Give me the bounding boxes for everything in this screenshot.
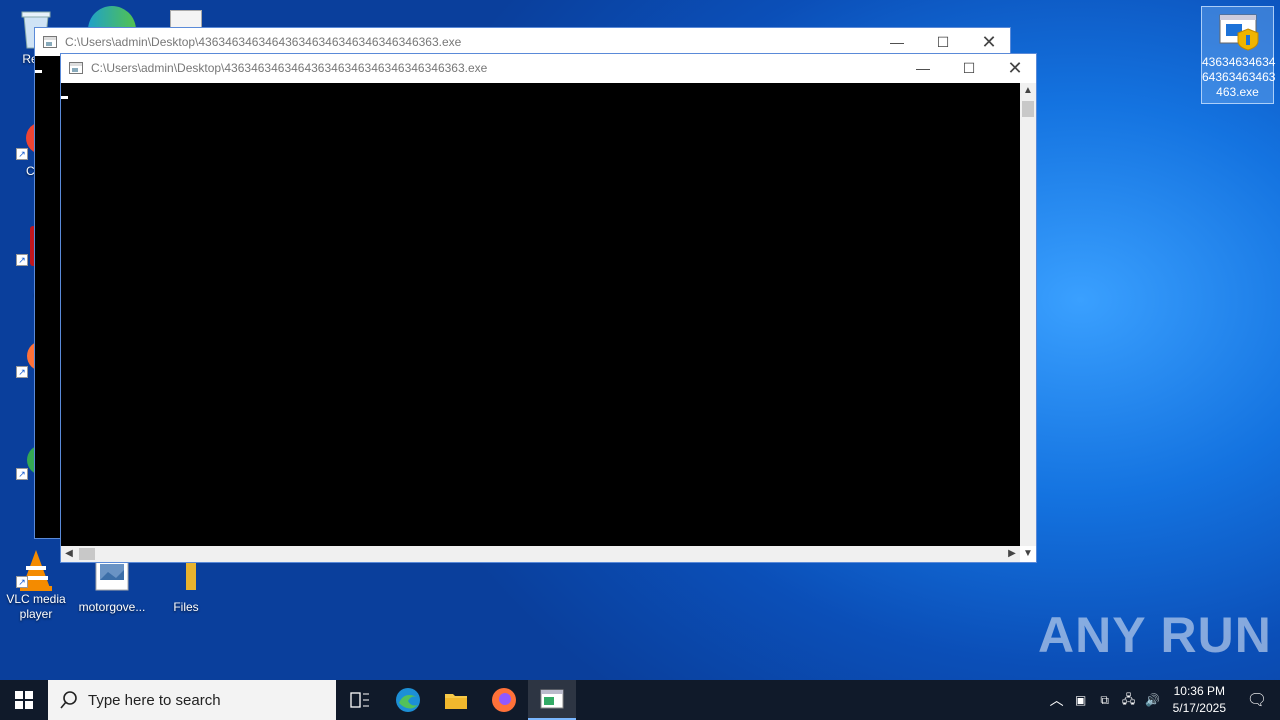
console-window-front[interactable]: C:\Users\admin\Desktop\43634634634643634… bbox=[60, 53, 1037, 563]
exe-file-icon bbox=[1218, 11, 1258, 51]
chevron-up-icon[interactable]: ︿ bbox=[1045, 690, 1069, 710]
scroll-down-arrow-icon[interactable]: ▼ bbox=[1020, 546, 1036, 562]
shortcut-arrow-icon: ↗ bbox=[16, 366, 28, 378]
desktop-icon-exe-selected[interactable]: 43634634634 64363463463 463.exe bbox=[1201, 6, 1276, 104]
taskbar-search-box[interactable]: Type here to search bbox=[48, 680, 336, 720]
maximize-button[interactable]: ☐ bbox=[946, 54, 992, 82]
exe-label-line2: 64363463463 bbox=[1202, 70, 1276, 84]
clock-date: 5/17/2025 bbox=[1172, 701, 1226, 715]
edge-taskbar-button[interactable] bbox=[384, 680, 432, 720]
tray-app-icon[interactable]: ▣ bbox=[1069, 693, 1093, 707]
anyrun-watermark: ANY RUN bbox=[1038, 606, 1272, 664]
task-view-button[interactable] bbox=[336, 680, 384, 720]
desktop-icon-label: motorgove... bbox=[78, 600, 146, 614]
taskbar: Type here to search ︿ ▣ ⧉ 🖧 🔊 10:36 PM 5… bbox=[0, 680, 1280, 720]
scroll-up-arrow-icon[interactable]: ▲ bbox=[1020, 83, 1036, 99]
exe-label-line1: 43634634634 bbox=[1202, 55, 1276, 69]
title-bar[interactable]: C:\Users\admin\Desktop\43634634634643634… bbox=[35, 28, 1010, 56]
maximize-button[interactable]: ☐ bbox=[920, 28, 966, 56]
clock-time: 10:36 PM bbox=[1173, 684, 1225, 698]
watermark-text: ANY RUN bbox=[1038, 607, 1272, 663]
clock[interactable]: 10:36 PM 5/17/2025 bbox=[1173, 683, 1226, 717]
shortcut-arrow-icon: ↗ bbox=[16, 148, 28, 160]
exe-label-line3: 463.exe bbox=[1216, 85, 1259, 99]
vlc-icon: ↗ bbox=[16, 548, 56, 591]
close-button[interactable]: ✕ bbox=[966, 28, 1012, 56]
folder-icon bbox=[445, 694, 467, 709]
title-bar[interactable]: C:\Users\admin\Desktop\43634634634643634… bbox=[61, 54, 1036, 82]
scroll-thumb[interactable] bbox=[1022, 101, 1034, 117]
vertical-scrollbar[interactable]: ▲ ▼ bbox=[1020, 83, 1036, 559]
desktop-icon-files[interactable]: Files bbox=[150, 556, 222, 615]
window-title: C:\Users\admin\Desktop\43634634634643634… bbox=[65, 35, 462, 49]
console-app-icon bbox=[43, 36, 57, 48]
close-button[interactable]: ✕ bbox=[992, 54, 1038, 82]
network-icon[interactable]: 🖧 bbox=[1117, 690, 1141, 711]
console-app-icon bbox=[69, 62, 83, 74]
shortcut-arrow-icon: ↗ bbox=[16, 468, 28, 480]
text-cursor bbox=[35, 70, 42, 73]
shortcut-arrow-icon: ↗ bbox=[16, 254, 28, 266]
search-icon bbox=[60, 691, 77, 709]
volume-icon[interactable]: 🔊 bbox=[1141, 693, 1165, 707]
search-placeholder: Type here to search bbox=[88, 691, 221, 709]
tray-device-icon[interactable]: ⧉ bbox=[1093, 693, 1117, 708]
task-view-icon bbox=[350, 692, 369, 708]
text-cursor bbox=[61, 96, 68, 99]
start-button[interactable] bbox=[0, 680, 48, 720]
scroll-thumb[interactable] bbox=[79, 548, 95, 560]
desktop-icon-label: VLC media player bbox=[6, 592, 66, 621]
horizontal-scrollbar[interactable]: ◀ ▶ bbox=[61, 546, 1020, 562]
edge-icon bbox=[396, 688, 420, 712]
system-tray: ︿ ▣ ⧉ 🖧 🔊 10:36 PM 5/17/2025 🗨 bbox=[1045, 680, 1280, 720]
firefox-taskbar-button[interactable] bbox=[480, 680, 528, 720]
console-output[interactable] bbox=[61, 83, 1020, 546]
shortcut-arrow-icon: ↗ bbox=[16, 576, 28, 588]
firefox-icon bbox=[492, 688, 516, 712]
minimize-button[interactable]: — bbox=[900, 54, 946, 82]
windows-logo-icon bbox=[15, 691, 33, 709]
desktop-icon-label: Files bbox=[173, 600, 199, 614]
notification-icon[interactable]: 🗨 bbox=[1234, 690, 1280, 710]
console-taskbar-button[interactable] bbox=[528, 680, 576, 720]
file-explorer-taskbar-button[interactable] bbox=[432, 680, 480, 720]
scroll-left-arrow-icon[interactable]: ◀ bbox=[61, 546, 77, 562]
window-title: C:\Users\admin\Desktop\43634634634643634… bbox=[91, 61, 488, 75]
minimize-button[interactable]: — bbox=[874, 28, 920, 56]
console-app-icon bbox=[540, 689, 564, 709]
desktop-icon-motorgove[interactable]: motorgove... bbox=[76, 556, 148, 615]
scroll-right-arrow-icon[interactable]: ▶ bbox=[1004, 546, 1020, 562]
